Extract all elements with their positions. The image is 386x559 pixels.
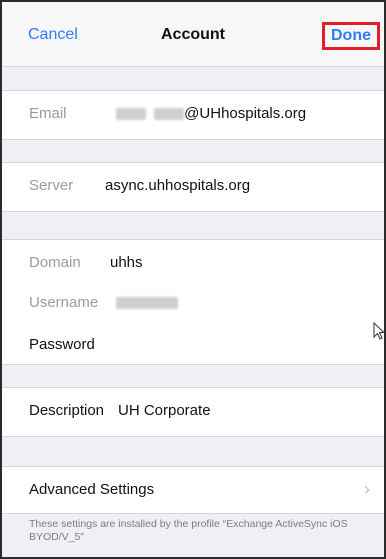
username-row[interactable]: Username (2, 284, 384, 324)
redacted-username (116, 297, 178, 310)
server-field[interactable]: async.uhhospitals.org (105, 177, 250, 194)
server-row[interactable]: Server async.uhhospitals.org (2, 163, 384, 211)
email-group: Email @UHhospitals.org (2, 90, 384, 140)
username-label: Username (29, 294, 99, 311)
domain-field[interactable]: uhhs (110, 254, 143, 271)
navigation-bar: Cancel Account Done (2, 2, 384, 67)
mouse-pointer-icon (373, 321, 386, 345)
profile-footer-note: These settings are installed by the prof… (29, 518, 348, 543)
done-button[interactable]: Done (322, 22, 380, 50)
description-field[interactable]: UH Corporate (118, 402, 211, 419)
description-group: Description UH Corporate (2, 387, 384, 437)
email-row[interactable]: Email @UHhospitals.org (2, 91, 384, 139)
chevron-right-icon: › (364, 479, 370, 499)
redacted-email-name (154, 108, 185, 121)
description-row[interactable]: Description UH Corporate (2, 388, 384, 436)
advanced-settings-row[interactable]: Advanced Settings › (2, 467, 384, 513)
domain-row[interactable]: Domain uhhs (2, 240, 384, 284)
username-field[interactable] (116, 294, 178, 311)
domain-label: Domain (29, 254, 81, 271)
credentials-group: Domain uhhs Username Password (2, 239, 384, 365)
advanced-group: Advanced Settings › (2, 466, 384, 514)
description-label: Description (29, 402, 105, 419)
password-row[interactable]: Password (2, 324, 384, 364)
email-domain: @UHhospitals.org (184, 105, 307, 122)
email-field[interactable]: @UHhospitals.org (116, 105, 306, 122)
server-group: Server async.uhhospitals.org (2, 162, 384, 212)
advanced-settings-label: Advanced Settings (29, 481, 155, 498)
password-label: Password (29, 336, 95, 353)
server-label: Server (29, 177, 74, 194)
email-label: Email (29, 105, 67, 122)
redacted-email-user (116, 108, 146, 121)
